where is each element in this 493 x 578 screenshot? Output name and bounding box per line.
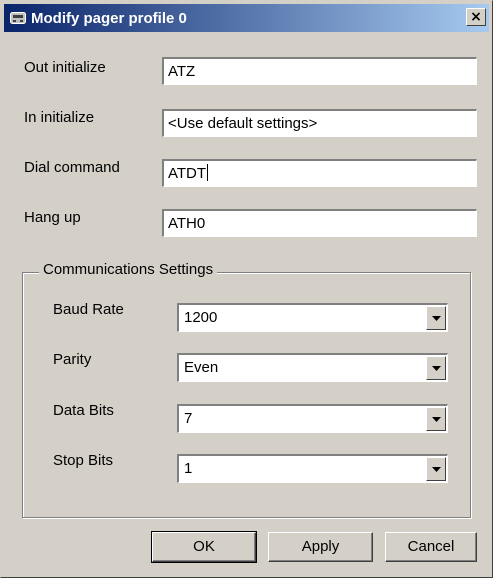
dial-command-label: Dial command <box>24 159 120 176</box>
out-initialize-label: Out initialize <box>24 59 106 76</box>
apply-button[interactable]: Apply <box>268 532 373 562</box>
chevron-down-icon <box>431 365 441 371</box>
dialog-window: Modify pager profile 0 × Out initialize … <box>0 0 493 578</box>
data-bits-label: Data Bits <box>53 402 114 419</box>
parity-select[interactable]: Even <box>177 353 448 382</box>
dial-command-value: ATDT <box>168 165 207 182</box>
baud-rate-value: 1200 <box>184 309 218 326</box>
pager-icon <box>10 11 26 25</box>
stop-bits-value: 1 <box>184 460 193 477</box>
hang-up-field[interactable]: ATH0 <box>162 209 477 237</box>
ok-button[interactable]: OK <box>151 531 257 563</box>
chevron-down-icon <box>431 315 441 321</box>
hang-up-label: Hang up <box>24 209 81 226</box>
chevron-down-icon <box>431 466 441 472</box>
close-icon: × <box>470 9 482 25</box>
baud-rate-label: Baud Rate <box>53 301 124 318</box>
title-bar[interactable]: Modify pager profile 0 × <box>4 4 489 32</box>
communications-settings-title: Communications Settings <box>39 261 218 278</box>
baud-rate-dropdown-button[interactable] <box>426 306 446 330</box>
in-initialize-field[interactable]: <Use default settings> <box>162 109 477 137</box>
out-initialize-value: ATZ <box>168 63 196 80</box>
data-bits-value: 7 <box>184 410 193 427</box>
stop-bits-label: Stop Bits <box>53 452 114 469</box>
data-bits-select[interactable]: 7 <box>177 404 448 433</box>
close-button[interactable]: × <box>466 8 486 26</box>
out-initialize-field[interactable]: ATZ <box>162 57 477 85</box>
parity-value: Even <box>184 359 219 376</box>
parity-dropdown-button[interactable] <box>426 356 446 380</box>
text-caret <box>207 164 209 181</box>
in-initialize-label: In initialize <box>24 109 95 126</box>
baud-rate-select[interactable]: 1200 <box>177 303 448 332</box>
in-initialize-value: <Use default settings> <box>168 115 318 132</box>
chevron-down-icon <box>431 416 441 422</box>
data-bits-dropdown-button[interactable] <box>426 407 446 431</box>
window-title: Modify pager profile 0 <box>31 9 187 27</box>
cancel-button[interactable]: Cancel <box>385 532 477 562</box>
stop-bits-select[interactable]: 1 <box>177 454 448 483</box>
stop-bits-dropdown-button[interactable] <box>426 457 446 481</box>
parity-label: Parity <box>53 351 92 368</box>
dial-command-field[interactable]: ATDT <box>162 159 477 187</box>
hang-up-value: ATH0 <box>168 215 206 232</box>
